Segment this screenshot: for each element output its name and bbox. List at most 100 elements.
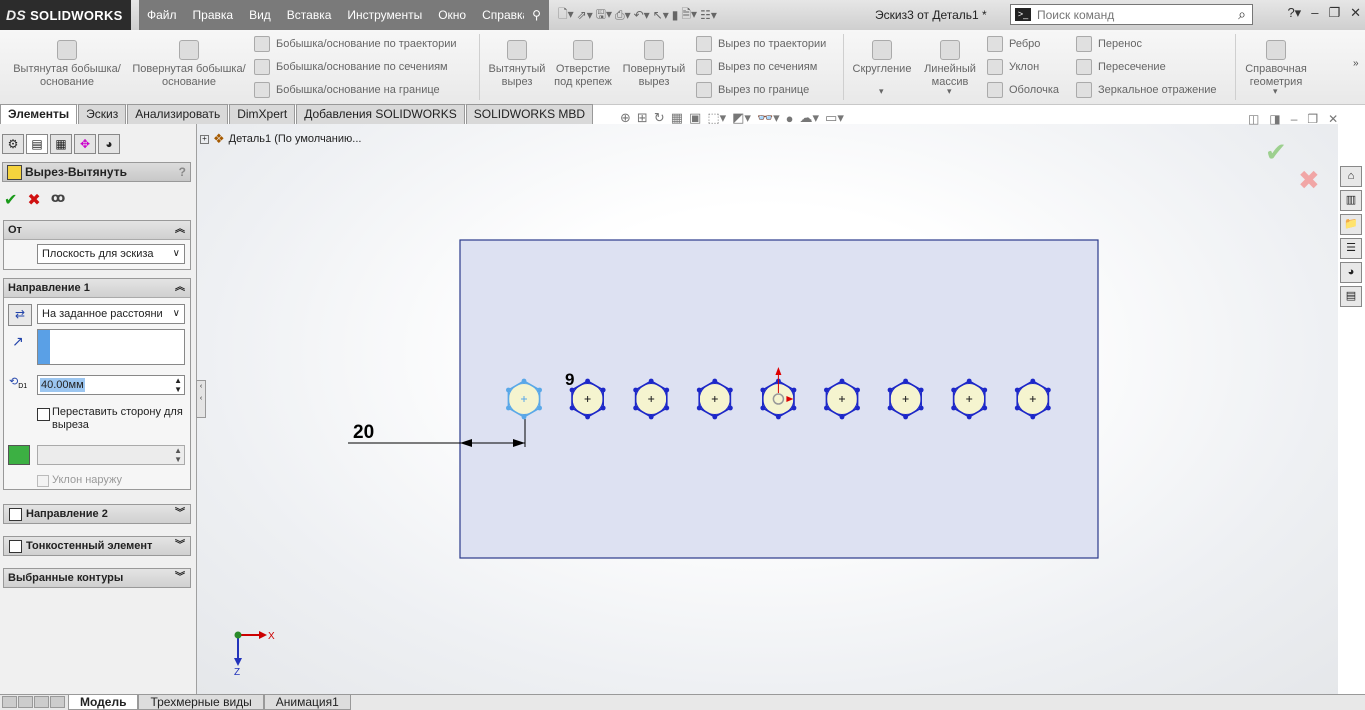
tile-horizontal-icon[interactable]: ◫ (1248, 112, 1259, 126)
help-icon[interactable]: ?▾ (1287, 5, 1301, 21)
revolved-boss-button[interactable]: Повернутая бобышка/основание (130, 40, 248, 89)
save-icon[interactable]: 🖫▾ (596, 5, 612, 26)
view-settings-icon[interactable]: ▭▾ (825, 110, 844, 126)
rib-button[interactable]: Ребро (987, 36, 1040, 52)
tab-sketch[interactable]: Эскиз (78, 104, 127, 125)
shell-button[interactable]: Оболочка (987, 82, 1059, 98)
collapse-icon[interactable]: ︽ (175, 221, 185, 239)
print-icon[interactable]: ⎙▾ (615, 8, 631, 23)
direction1-header[interactable]: Направление 1 ︽ (4, 279, 190, 298)
from-select[interactable]: Плоскость для эскиза ∨ (37, 244, 185, 264)
dimxpert-tab-icon[interactable]: ✥ (74, 134, 96, 154)
scene-icon[interactable]: ☁▾ (800, 110, 820, 126)
extruded-cut-button[interactable]: Вытянутый вырез (484, 40, 550, 89)
menu-window[interactable]: Окно (430, 0, 474, 30)
configuration-tab-icon[interactable]: ▦ (50, 134, 72, 154)
reference-geometry-button[interactable]: Справочная геометрия (1240, 40, 1312, 89)
menu-edit[interactable]: Правка (185, 0, 242, 30)
new-document-icon[interactable]: 🗋▾ (558, 5, 574, 26)
file-properties-icon[interactable]: 🗎▾ (681, 5, 697, 26)
draft-angle-input[interactable]: ▲ ▼ (37, 445, 185, 465)
preview-glasses-icon[interactable]: ꝏ (51, 190, 65, 210)
rebuild-icon[interactable]: ▮ (672, 8, 679, 22)
search-input[interactable] (1035, 6, 1219, 23)
end-condition-select[interactable]: На заданное расстояни ∨ (37, 304, 185, 324)
swept-boss-button[interactable]: Бобышка/основание по траектории (254, 36, 457, 52)
direction2-group[interactable]: Направление 2 ︾ (3, 504, 191, 524)
last-tab-icon[interactable] (50, 696, 65, 708)
search-icon[interactable]: ⌕ (1238, 6, 1246, 23)
view-orientation-icon[interactable]: ⬚▾ (707, 110, 726, 126)
tile-vertical-icon[interactable]: ◨ (1269, 112, 1280, 126)
spinner-icon[interactable]: ▲ ▼ (174, 376, 182, 394)
prev-tab-icon[interactable] (18, 696, 33, 708)
tab-dimxpert[interactable]: DimXpert (229, 104, 296, 125)
sketch-canvas[interactable]: 20 9 X Z (197, 124, 1338, 695)
confirm-icon[interactable]: ✔ (1265, 137, 1287, 168)
display-style-icon[interactable]: ◩▾ (732, 110, 751, 126)
boundary-cut-button[interactable]: Вырез по границе (696, 82, 809, 98)
pattern-dropdown-icon[interactable]: ▾ (947, 86, 952, 97)
tab-evaluate[interactable]: Анализировать (127, 104, 229, 125)
draft-button[interactable]: Уклон (987, 59, 1039, 75)
section-view-icon[interactable]: ▦ (671, 110, 683, 126)
thin-feature-group[interactable]: Тонкостенный элемент ︾ (3, 536, 191, 556)
flip-side-checkbox[interactable] (37, 408, 50, 421)
selected-contours-group[interactable]: Выбранные контуры ︾ (3, 568, 191, 588)
pin-icon[interactable]: ⚲ (524, 0, 549, 30)
open-icon[interactable]: ⇗▾ (577, 8, 593, 22)
expand-icon[interactable]: + (200, 134, 209, 144)
spinner-icon[interactable]: ▲ ▼ (174, 446, 182, 464)
fillet-button[interactable]: Скругление (848, 40, 916, 76)
extruded-boss-button[interactable]: Вытянутая бобышка/основание (8, 40, 126, 89)
feature-tree-tab-icon[interactable]: ⚙ (2, 134, 24, 154)
solidworks-logo[interactable]: DS SOLIDWORKS (0, 0, 131, 30)
zoom-to-area-icon[interactable]: ⊞ (637, 110, 648, 126)
linear-pattern-button[interactable]: Линейный массив (919, 40, 981, 89)
custom-properties-icon[interactable]: ▤ (1340, 286, 1362, 307)
wrap-button[interactable]: Перенос (1076, 36, 1142, 52)
minimize-icon[interactable]: – (1311, 5, 1318, 21)
zoom-to-fit-icon[interactable]: ⊕ (620, 110, 631, 126)
collapse-icon[interactable]: ︽ (175, 279, 185, 297)
tab-mbd[interactable]: SOLIDWORKS MBD (465, 104, 594, 125)
revolved-cut-button[interactable]: Повернутый вырез (618, 40, 690, 89)
restore-icon[interactable]: ❐ (1328, 5, 1340, 21)
menu-file[interactable]: Файл (139, 0, 185, 30)
reference-geometry-dropdown-icon[interactable]: ▾ (1273, 86, 1278, 97)
lofted-cut-button[interactable]: Вырез по сечениям (696, 59, 817, 75)
cancel-icon[interactable]: ✖ (1298, 165, 1320, 196)
close-doc-icon[interactable]: ✕ (1328, 112, 1338, 126)
restore-doc-icon[interactable]: ❐ (1307, 112, 1318, 126)
feature-tree-flyout[interactable]: + ❖ Деталь1 (По умолчанию... (200, 131, 361, 147)
minimize-doc-icon[interactable]: – (1291, 112, 1298, 126)
graphics-area[interactable]: 20 9 X Z (197, 124, 1338, 695)
from-group-header[interactable]: От ︽ (4, 221, 190, 240)
appearances-icon[interactable]: ◕ (1340, 262, 1362, 283)
dimension-20[interactable]: 20 (353, 422, 374, 443)
direction-selection-box[interactable] (37, 329, 185, 365)
hide-show-icon[interactable]: 👓▾ (757, 110, 780, 126)
help-question-icon[interactable]: ? (179, 163, 186, 181)
thin-feature-checkbox[interactable] (9, 540, 22, 553)
property-manager-tab-icon[interactable]: ▤ (26, 134, 48, 154)
search-box[interactable]: >_ ⌕ (1010, 4, 1253, 25)
ok-check-icon[interactable]: ✔ (4, 190, 17, 210)
intersect-button[interactable]: Пересечение (1076, 59, 1166, 75)
home-icon[interactable]: ⌂ (1340, 166, 1362, 187)
panel-splitter[interactable]: ‹ ‹ (196, 380, 206, 418)
tab-animation[interactable]: Анимация1 (263, 695, 351, 710)
cancel-x-icon[interactable]: ✖ (27, 190, 40, 210)
next-tab-icon[interactable] (34, 696, 49, 708)
previous-view-icon[interactable]: ↻ (654, 110, 665, 126)
depth-input[interactable]: 40.00мм ▲ ▼ (37, 375, 185, 395)
direction2-checkbox[interactable] (9, 508, 22, 521)
tree-root-label[interactable]: Деталь1 (По умолчанию... (229, 133, 362, 145)
ribbon-scroll-icon[interactable]: » (1353, 58, 1359, 69)
undo-icon[interactable]: ↶▾ (634, 8, 650, 22)
options-icon[interactable]: ☷▾ (700, 8, 717, 22)
mirror-button[interactable]: Зеркальное отражение (1076, 82, 1217, 98)
tab-model[interactable]: Модель (68, 695, 139, 710)
menu-insert[interactable]: Вставка (279, 0, 340, 30)
design-library-icon[interactable]: ▥ (1340, 190, 1362, 211)
